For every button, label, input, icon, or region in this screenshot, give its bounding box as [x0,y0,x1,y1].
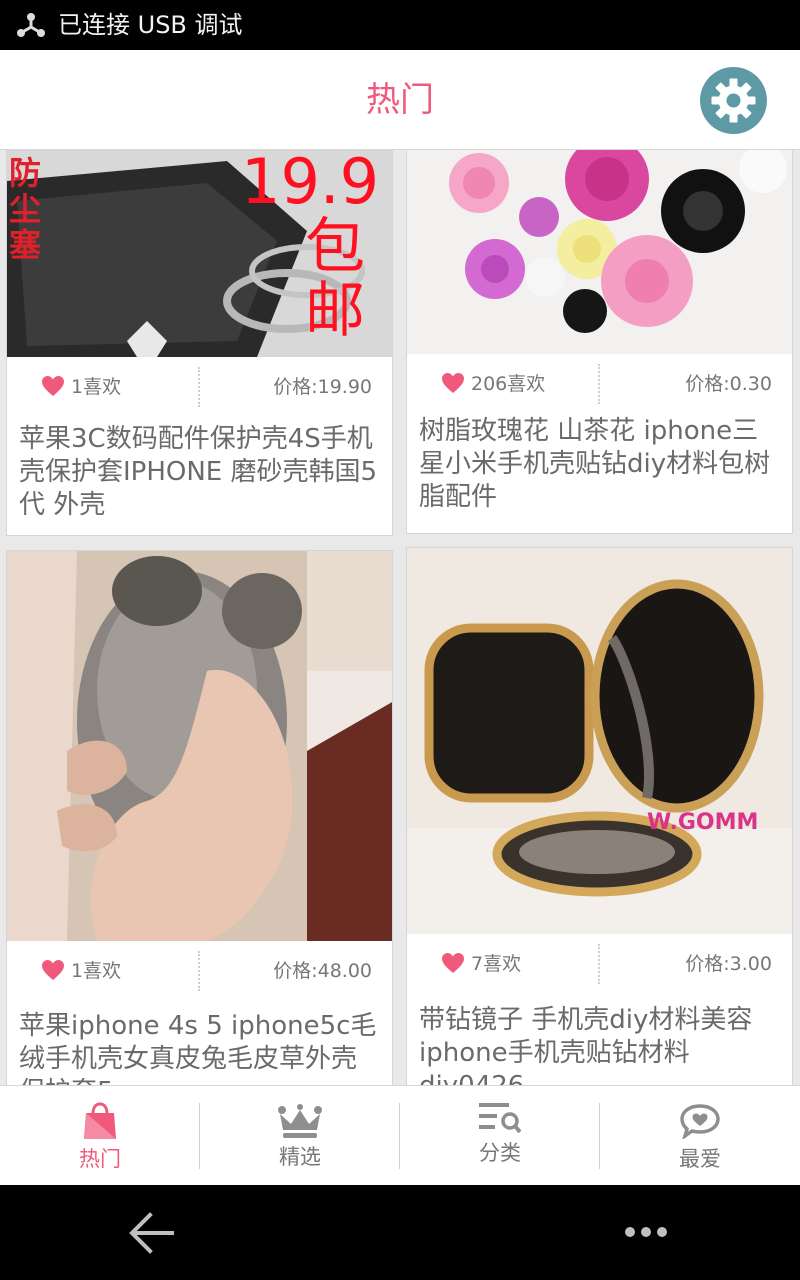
product-image[interactable] [7,551,392,941]
price: 价格:3.00 [685,953,772,975]
category-search-icon [479,1103,521,1134]
back-arrow-icon [129,1212,174,1254]
page-title: 热门 [366,80,434,120]
heart-icon [442,373,464,393]
gear-icon [711,78,756,123]
like-count-label: 1喜欢 [71,960,122,982]
tab-label: 精选 [279,1145,321,1169]
product-meta: 1喜欢 价格:19.90 [7,357,392,417]
product-card[interactable]: 防尘塞 19.9 包邮 1喜欢 价格:19.90 苹果3C数码配件保护壳4S手机… [6,150,393,536]
status-text: 已连接 USB 调试 [58,11,243,39]
like-count-label: 7喜欢 [471,953,522,975]
tab-category[interactable]: 分类 [400,1086,600,1186]
watermark-text: W.GOMM [647,810,759,835]
tab-label: 分类 [479,1141,521,1165]
crown-icon [278,1104,322,1138]
menu-button[interactable] [614,1215,678,1251]
divider [598,364,600,404]
product-image[interactable]: 防尘塞 19.9 包邮 [7,150,392,357]
tab-featured[interactable]: 精选 [200,1086,400,1186]
price: 价格:0.30 [685,373,772,395]
divider [198,951,200,991]
price: 价格:19.90 [273,376,372,398]
product-title[interactable]: 树脂玫瑰花 山茶花 iphone三星小米手机壳贴钻diy材料包树脂配件 [419,415,780,514]
like-count[interactable]: 1喜欢 [41,375,121,399]
overlay-price-text: 19.9 [241,150,380,218]
product-card[interactable]: W.GOMM 7喜欢 价格:3.00 带钻镜子 手机壳diy材料美容iphone… [406,547,793,1085]
heart-icon [442,953,464,973]
product-title[interactable]: 带钻镜子 手机壳diy材料美容iphone手机壳贴钻材料diy0426 [419,1004,780,1085]
product-card[interactable]: 1喜欢 价格:48.00 苹果iphone 4s 5 iphone5c毛绒手机壳… [6,550,393,1085]
divider [598,944,600,984]
overlay-label-text: 包邮 [305,212,365,346]
like-count[interactable]: 1喜欢 [41,959,121,983]
divider [198,367,200,407]
like-count-label: 1喜欢 [71,376,122,398]
resin-flowers-photo [407,150,792,354]
product-card[interactable]: 206喜欢 价格:0.30 树脂玫瑰花 山茶花 iphone三星小米手机壳贴钻d… [406,150,793,534]
bottom-tab-bar: 热门 精选 分类 最爱 [0,1085,800,1185]
rhinestone-mirrors-photo [407,548,792,934]
settings-button[interactable] [700,67,767,134]
overlay-left-text: 防尘塞 [9,154,42,264]
tab-hot[interactable]: 热门 [0,1086,200,1186]
product-title[interactable]: 苹果iphone 4s 5 iphone5c毛绒手机壳女真皮兔毛皮草外壳保护套5 [19,1010,380,1085]
product-title[interactable]: 苹果3C数码配件保护壳4S手机壳保护套IPHONE 磨砂壳韩国5代 外壳 [19,423,380,522]
product-meta: 1喜欢 价格:48.00 [7,941,392,1001]
like-count[interactable]: 7喜欢 [441,952,521,976]
product-image[interactable]: W.GOMM [407,548,792,934]
usb-icon [17,13,45,37]
product-feed[interactable]: 防尘塞 19.9 包邮 1喜欢 价格:19.90 苹果3C数码配件保护壳4S手机… [0,150,800,1085]
product-meta: 206喜欢 价格:0.30 [407,354,792,414]
status-bar: 已连接 USB 调试 [0,0,800,50]
heart-icon [42,960,64,980]
more-dots-icon [625,1227,667,1237]
system-nav-bar [0,1185,800,1280]
fur-case-photo [7,551,392,941]
like-count[interactable]: 206喜欢 [441,372,545,396]
heart-chat-icon [680,1104,720,1139]
back-button[interactable] [120,1205,184,1261]
tab-favorites[interactable]: 最爱 [600,1086,800,1186]
product-meta: 7喜欢 价格:3.00 [407,934,792,994]
app-header: 热门 [0,50,800,150]
tab-label: 热门 [79,1147,121,1171]
product-image[interactable] [407,150,792,354]
price: 价格:48.00 [273,960,372,982]
tab-label: 最爱 [679,1147,721,1171]
heart-icon [42,376,64,396]
like-count-label: 206喜欢 [471,373,546,395]
shopping-bag-icon [84,1102,116,1139]
